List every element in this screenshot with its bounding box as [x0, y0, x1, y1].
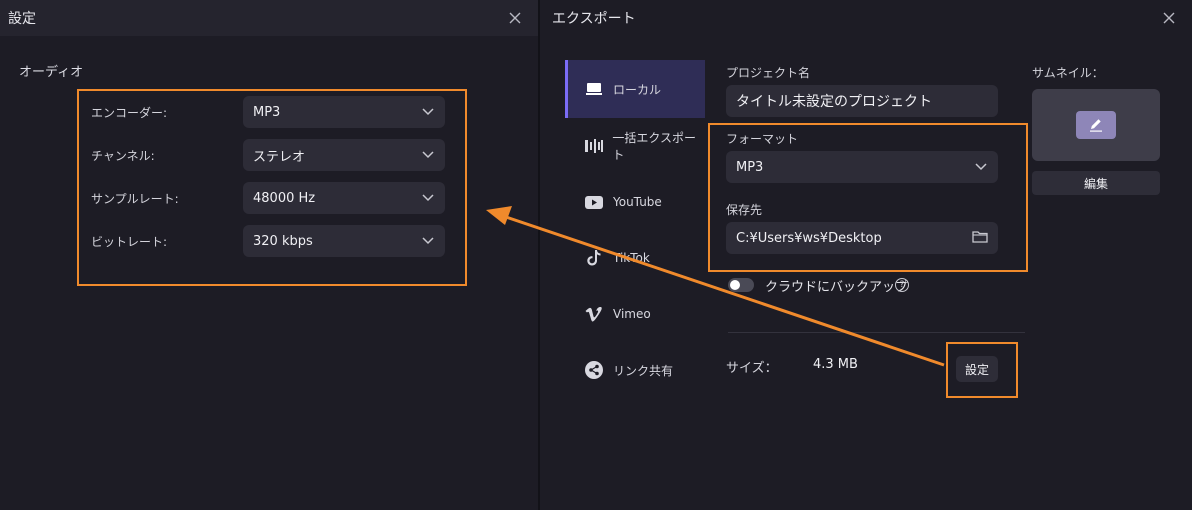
sample-rate-row: サンプルレート: 48000 Hz	[91, 182, 451, 214]
export-panel: エクスポート ローカル 一括エクスポート YouTube TikTok Vime…	[540, 0, 1192, 510]
nav-item-label: ローカル	[613, 82, 662, 97]
channel-row: チャンネル: ステレオ	[91, 139, 451, 171]
export-title: エクスポート	[552, 11, 636, 27]
format-value: MP3	[736, 159, 764, 175]
nav-item-label: Vimeo	[613, 307, 651, 321]
project-name-input[interactable]: タイトル未設定のプロジェクト	[726, 85, 998, 117]
chevron-down-icon	[421, 148, 435, 162]
format-select[interactable]: MP3	[726, 151, 998, 183]
tiktok-icon	[583, 247, 605, 269]
nav-item-share-link[interactable]: リンク共有	[565, 342, 705, 398]
bitrate-row: ビットレート: 320 kbps	[91, 225, 451, 257]
audio-settings-highlight: エンコーダー: MP3 チャンネル: ステレオ サンプルレート: 48000 H…	[77, 89, 467, 286]
chevron-down-icon	[421, 234, 435, 248]
batch-export-icon	[583, 135, 604, 157]
nav-item-vimeo[interactable]: Vimeo	[565, 286, 705, 342]
size-label: サイズ：	[726, 361, 778, 376]
chevron-down-icon	[421, 105, 435, 119]
close-icon[interactable]	[1158, 7, 1180, 29]
project-name-value: タイトル未設定のプロジェクト	[736, 94, 932, 110]
nav-item-youtube[interactable]: YouTube	[565, 174, 705, 230]
sample-rate-select[interactable]: 48000 Hz	[243, 182, 445, 214]
thumbnail-label: サムネイル：	[1032, 66, 1104, 80]
cloud-backup-toggle[interactable]	[728, 278, 754, 292]
cloud-backup-label: クラウドにバックアップ	[765, 280, 909, 295]
nav-item-tiktok[interactable]: TikTok	[565, 230, 705, 286]
vimeo-icon	[583, 303, 605, 325]
settings-title: 設定	[8, 11, 36, 27]
help-icon[interactable]: ?	[895, 278, 909, 292]
export-nav: ローカル 一括エクスポート YouTube TikTok Vimeo リンク共有	[565, 60, 705, 398]
project-name-label: プロジェクト名	[726, 66, 811, 80]
nav-item-batch-export[interactable]: 一括エクスポート	[565, 118, 705, 174]
size-value: 4.3 MB	[813, 357, 858, 372]
save-to-label: 保存先	[726, 203, 763, 217]
nav-item-label: YouTube	[613, 195, 662, 209]
app-root: 設定 オーディオ エンコーダー: MP3 チャンネル: ステレオ サンプルレート…	[0, 0, 1192, 510]
channel-label: チャンネル:	[91, 148, 155, 163]
save-to-value: C:¥Users¥ws¥Desktop	[736, 230, 882, 246]
edit-pencil-icon	[1076, 111, 1116, 139]
export-titlebar: エクスポート	[540, 0, 1192, 36]
nav-item-label: 一括エクスポート	[612, 131, 696, 162]
encoder-row: エンコーダー: MP3	[91, 96, 451, 128]
bitrate-label: ビットレート:	[91, 234, 168, 249]
audio-settings-panel: 設定 オーディオ エンコーダー: MP3 チャンネル: ステレオ サンプルレート…	[0, 0, 538, 510]
nav-item-label: TikTok	[613, 251, 650, 265]
save-to-input[interactable]: C:¥Users¥ws¥Desktop	[726, 222, 998, 254]
audio-section-label: オーディオ	[19, 65, 84, 80]
chevron-down-icon	[974, 160, 988, 174]
chevron-down-icon	[421, 191, 435, 205]
settings-button[interactable]: 設定	[956, 356, 998, 382]
settings-titlebar: 設定	[0, 0, 538, 36]
youtube-icon	[583, 191, 605, 213]
channel-select[interactable]: ステレオ	[243, 139, 445, 171]
sample-rate-value: 48000 Hz	[253, 190, 316, 206]
format-label: フォーマット	[726, 132, 799, 146]
sample-rate-label: サンプルレート:	[91, 191, 179, 206]
section-divider	[728, 332, 1025, 333]
local-device-icon	[583, 78, 605, 100]
close-icon[interactable]	[504, 7, 526, 29]
encoder-value: MP3	[253, 104, 281, 120]
edit-thumbnail-button[interactable]: 編集	[1032, 171, 1160, 195]
channel-value: ステレオ	[253, 149, 306, 165]
nav-item-label: リンク共有	[613, 363, 674, 378]
thumbnail-preview[interactable]	[1032, 89, 1160, 161]
bitrate-value: 320 kbps	[253, 233, 313, 249]
bitrate-select[interactable]: 320 kbps	[243, 225, 445, 257]
toggle-knob	[730, 280, 740, 290]
share-icon	[583, 359, 605, 381]
folder-icon[interactable]	[972, 230, 988, 247]
nav-item-local[interactable]: ローカル	[565, 60, 705, 118]
encoder-select[interactable]: MP3	[243, 96, 445, 128]
encoder-label: エンコーダー:	[91, 105, 168, 120]
